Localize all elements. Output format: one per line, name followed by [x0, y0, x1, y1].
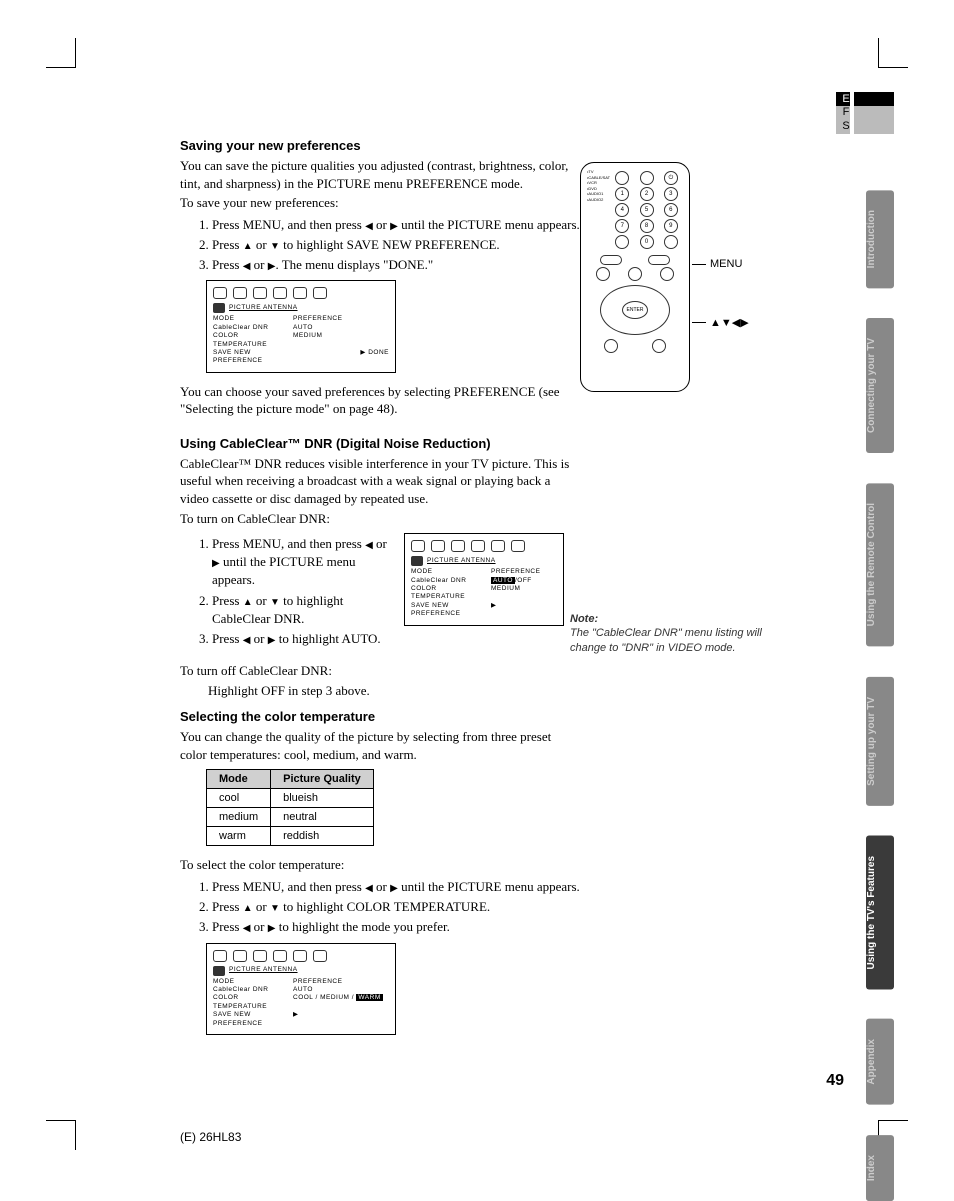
tab-features: Using the TV's Features	[866, 836, 894, 990]
tab-connecting: Connecting your TV	[866, 318, 894, 453]
para: CableClear™ DNR reduces visible interfer…	[180, 455, 580, 508]
para: To select the color temperature:	[180, 856, 700, 874]
right-triangle-icon: ▶	[212, 558, 220, 569]
crop-mark	[46, 38, 76, 68]
td: blueish	[271, 789, 374, 808]
up-triangle-icon: ▲	[243, 903, 253, 914]
remote-illustration: •TV•CABLE/SAT•VCR•DVD•AUDIO1•AUDIO2 ⏻ 12…	[580, 162, 690, 392]
td: medium	[207, 808, 271, 827]
down-triangle-icon: ▼	[270, 597, 280, 608]
heading-color-temp: Selecting the color temperature	[180, 709, 700, 724]
crop-mark	[878, 38, 908, 68]
lang-f: F	[839, 106, 853, 118]
step: Press MENU, and then press ◀ or ▶ until …	[212, 878, 700, 896]
remote-menu-label: MENU	[710, 258, 742, 270]
left-triangle-icon: ◀	[365, 221, 373, 232]
right-triangle-icon: ▶	[390, 883, 398, 894]
tab-appendix: Appendix	[866, 1019, 894, 1105]
lang-s: S	[839, 120, 853, 132]
heading-save-prefs: Saving your new preferences	[180, 138, 700, 153]
language-tabs: E F S	[836, 92, 894, 134]
td: neutral	[271, 808, 374, 827]
para: You can choose your saved preferences by…	[180, 383, 580, 418]
para: You can save the picture qualities you a…	[180, 157, 580, 192]
page-number: 49	[826, 1072, 844, 1090]
th-mode: Mode	[207, 770, 271, 789]
color-temp-table: ModePicture Quality coolblueish mediumne…	[206, 769, 374, 846]
step: Press ◀ or ▶ to highlight the mode you p…	[212, 918, 700, 936]
tab-setting-up: Setting up your TV	[866, 677, 894, 806]
crop-mark	[46, 1120, 76, 1150]
para: To turn on CableClear DNR:	[180, 510, 700, 528]
left-triangle-icon: ◀	[365, 883, 373, 894]
para: To turn off CableClear DNR:	[180, 662, 700, 680]
side-tabs: Introduction Connecting your TV Using th…	[866, 190, 894, 1201]
th-quality: Picture Quality	[271, 770, 374, 789]
step: Press ◀ or ▶ to highlight AUTO.	[212, 630, 392, 648]
step: Press ▲ or ▼ to highlight COLOR TEMPERAT…	[212, 898, 700, 916]
heading-cableclear: Using CableClear™ DNR (Digital Noise Red…	[180, 436, 700, 451]
down-triangle-icon: ▼	[270, 241, 280, 252]
para: You can change the quality of the pictur…	[180, 728, 580, 763]
tab-introduction: Introduction	[866, 190, 894, 288]
osd-menu-1: PICTURE ANTENNA MODEPREFERENCE CableClea…	[206, 280, 396, 373]
note-box: Note: The "CableClear DNR" menu listing …	[570, 612, 780, 655]
tab-remote: Using the Remote Control	[866, 483, 894, 646]
td: warm	[207, 827, 271, 846]
td: reddish	[271, 827, 374, 846]
right-triangle-icon: ▶	[390, 221, 398, 232]
step: Press ▲ or ▼ to highlight CableClear DNR…	[212, 592, 392, 628]
para: Highlight OFF in step 3 above.	[208, 682, 700, 700]
up-triangle-icon: ▲	[243, 597, 253, 608]
note-heading: Note:	[570, 612, 780, 626]
left-triangle-icon: ◀	[365, 540, 373, 551]
note-text: The "CableClear DNR" menu listing will c…	[570, 626, 780, 655]
osd-menu-3: PICTURE ANTENNA MODEPREFERENCE CableClea…	[206, 943, 396, 1036]
step: Press MENU, and then press ◀ or ▶ until …	[212, 535, 392, 590]
footer-code: (E) 26HL83	[180, 1130, 241, 1144]
down-triangle-icon: ▼	[270, 903, 280, 914]
up-triangle-icon: ▲	[243, 241, 253, 252]
tab-index: Index	[866, 1135, 894, 1201]
td: cool	[207, 789, 271, 808]
osd-menu-2: PICTURE ANTENNA MODEPREFERENCE CableClea…	[404, 533, 564, 626]
remote-arrows-label: ▲▼◀▶	[710, 316, 749, 329]
lang-e: E	[839, 93, 853, 105]
